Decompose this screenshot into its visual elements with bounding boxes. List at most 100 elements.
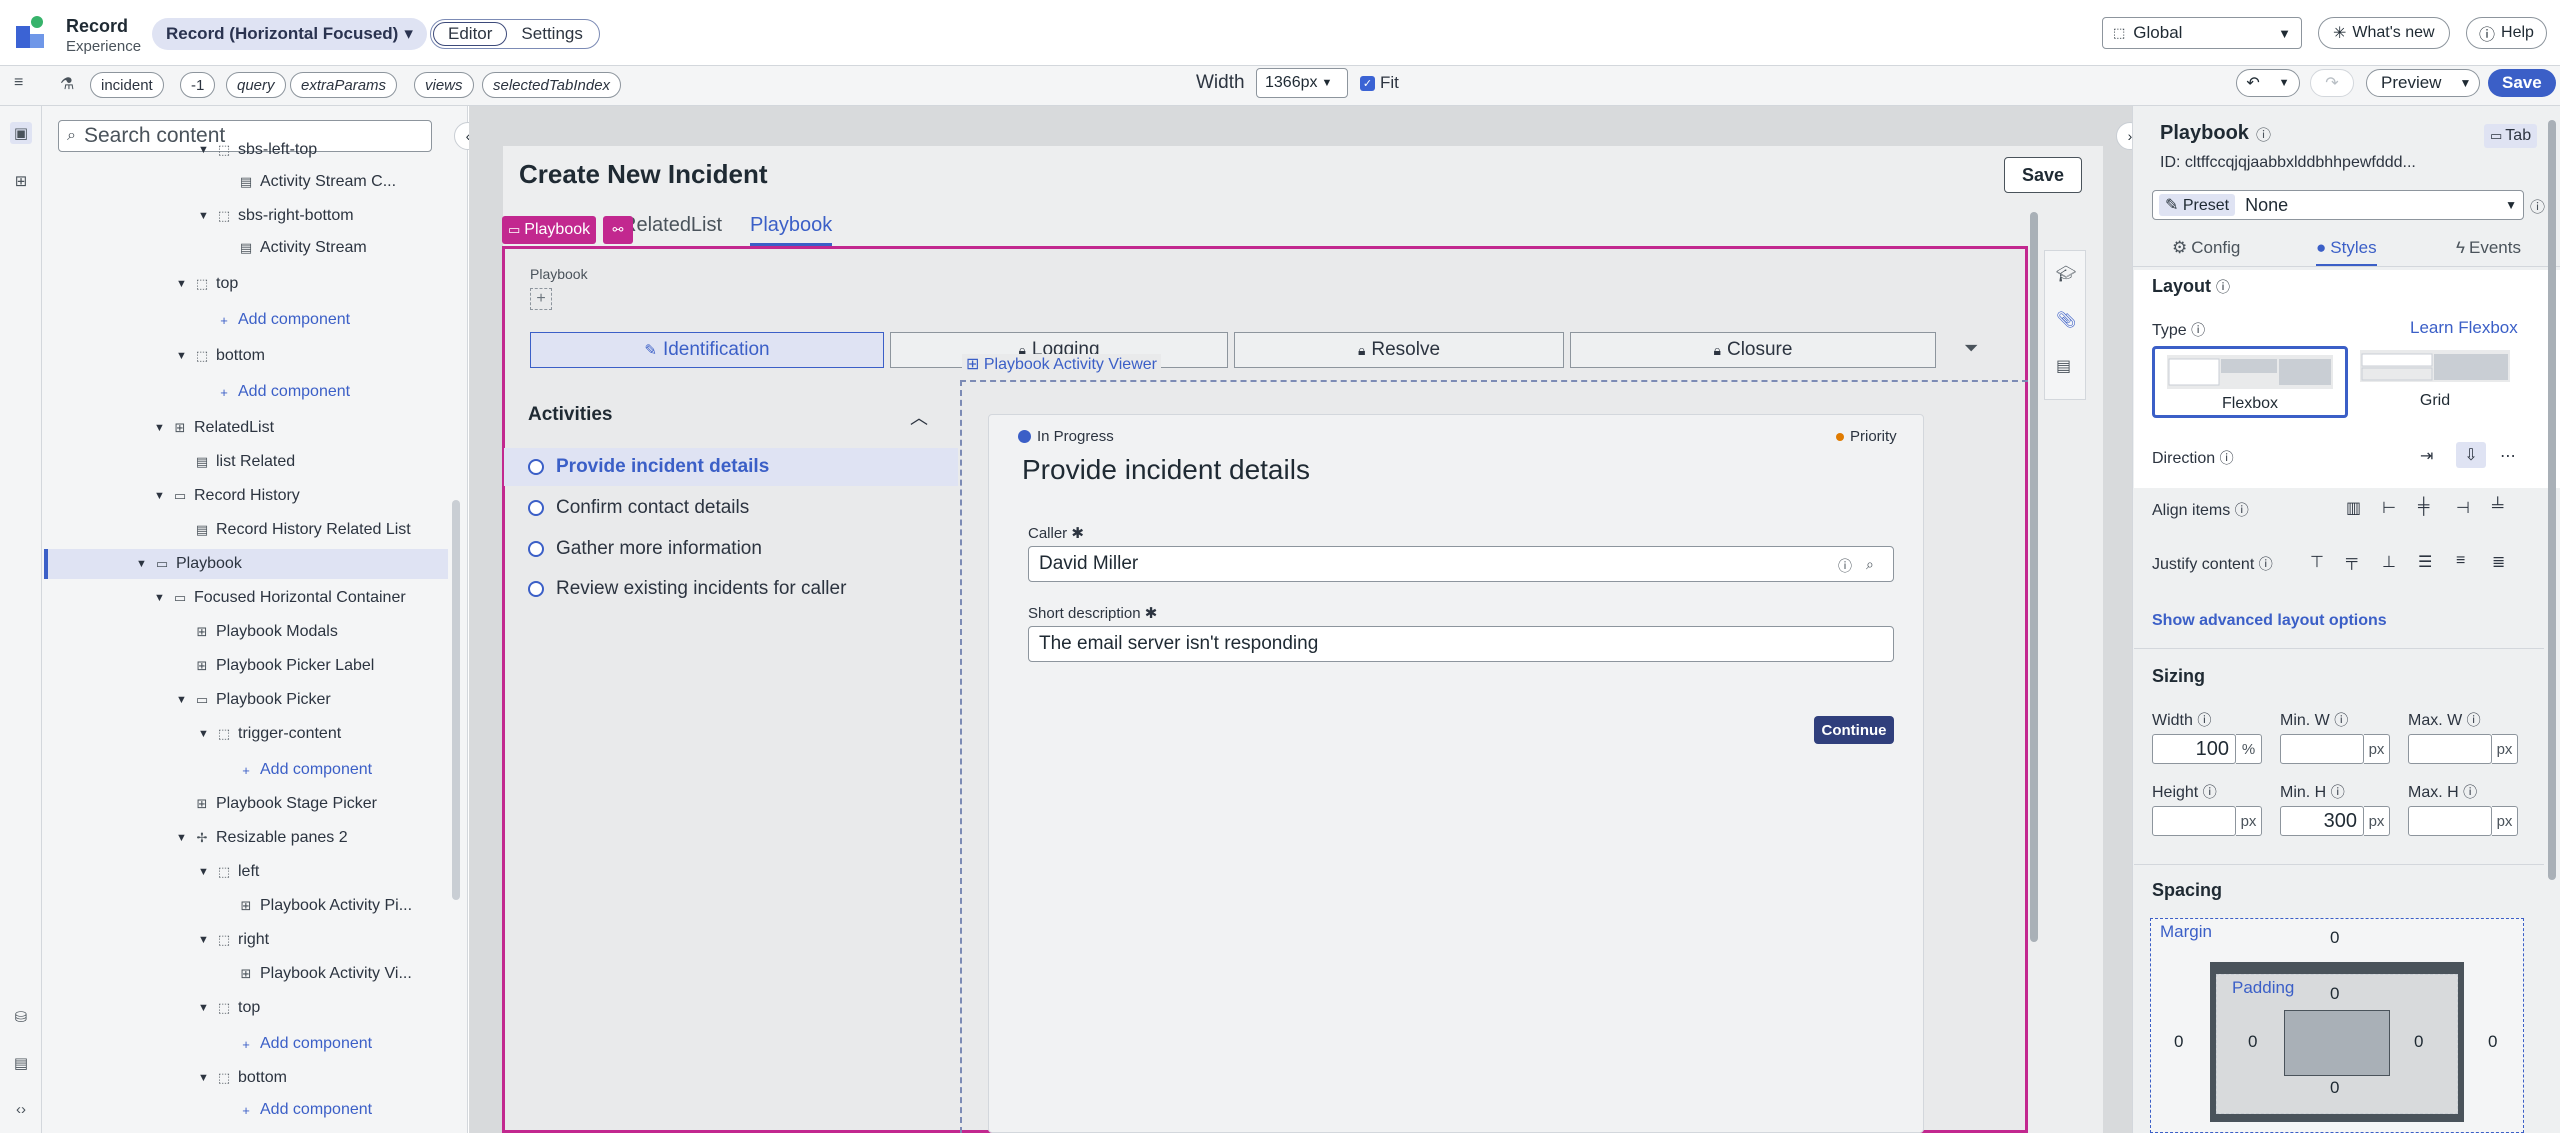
align-start-icon[interactable]: ⊢ [2382, 498, 2396, 518]
tree-item[interactable]: ▼ ⊞ RelatedList [44, 413, 448, 443]
align-stretch-icon[interactable]: ▥ [2346, 498, 2361, 518]
stage-closure[interactable]: 🔒︎ Closure [1570, 332, 1936, 368]
justify-center-icon[interactable]: ╤ [2346, 552, 2357, 570]
padding-left-value[interactable]: 0 [2248, 1032, 2257, 1052]
tree-item[interactable]: ⊞ Playbook Picker Label [44, 651, 448, 681]
tree-item[interactable]: ⊞ Playbook Modals [44, 617, 448, 647]
info-icon[interactable]: ⓘ [2530, 196, 2545, 217]
param-chip[interactable]: query [226, 72, 286, 98]
activity-item[interactable]: Provide incident details [504, 448, 958, 486]
stage-resolve[interactable]: 🔒︎ Resolve [1234, 332, 1564, 368]
add-icon[interactable]: + [530, 288, 552, 310]
tree-item[interactable]: ▼ ▭ Playbook [44, 549, 448, 579]
max-width-unit[interactable]: px [2492, 734, 2518, 764]
info-icon[interactable]: ⓘ [2463, 784, 2477, 800]
link-icon[interactable]: ⚯ [603, 216, 633, 244]
tree-item[interactable]: ⊞ Playbook Activity Vi... [44, 959, 448, 989]
tree-item[interactable]: ▼ ⬚ bottom [44, 341, 448, 371]
info-icon[interactable]: ⓘ [1838, 556, 1852, 576]
caret-down-icon[interactable]: ▼ [198, 866, 210, 878]
preview-button[interactable]: Preview [2366, 69, 2457, 97]
justify-evenly-icon[interactable]: ≣ [2492, 552, 2505, 572]
caret-down-icon[interactable]: ▼ [136, 558, 148, 570]
caret-down-icon[interactable]: ▼ [154, 422, 166, 434]
code-icon[interactable]: ‹› [10, 1098, 32, 1120]
info-icon[interactable]: ⓘ [2220, 450, 2234, 466]
data-resources-icon[interactable]: ⛁ [10, 1006, 32, 1028]
activity-item[interactable]: Review existing incidents for caller [504, 570, 958, 608]
tree-item[interactable]: ▼ ⬚ right [44, 925, 448, 955]
justify-around-icon[interactable]: ≡ [2456, 552, 2465, 570]
content-tree-icon[interactable]: ▣ [10, 122, 32, 144]
short-description-field[interactable]: The email server isn't responding [1028, 626, 1894, 662]
tree-item[interactable]: ▼ ▭ Focused Horizontal Container [44, 583, 448, 613]
padding-top-value[interactable]: 0 [2330, 984, 2339, 1004]
tree-scrollbar[interactable] [452, 500, 460, 900]
caret-down-icon[interactable]: ▼ [198, 728, 210, 740]
justify-start-icon[interactable]: ⊤ [2310, 552, 2324, 572]
grid-option[interactable]: Grid [2360, 350, 2510, 416]
client-state-icon[interactable]: ▤ [10, 1052, 32, 1074]
max-width-input[interactable] [2408, 734, 2492, 764]
min-height-unit[interactable]: px [2364, 806, 2390, 836]
page-selector[interactable]: Record (Horizontal Focused) ▾ [152, 18, 427, 50]
tree-item[interactable]: ▼ ⬚ sbs-right-bottom [44, 201, 448, 231]
canvas-scrollbar[interactable] [2030, 212, 2038, 942]
height-unit[interactable]: px [2236, 806, 2262, 836]
info-icon[interactable]: ⓘ [2259, 556, 2273, 572]
align-end-icon[interactable]: ⊣ [2456, 498, 2470, 518]
info-icon[interactable]: ⓘ [2203, 784, 2217, 800]
tree-item[interactable]: ▼ ⬚ trigger-content [44, 719, 448, 749]
chevron-up-icon[interactable]: ︿ [910, 404, 928, 430]
width-select[interactable]: 1366px ▼ [1256, 68, 1348, 98]
document-icon[interactable]: ▤ [2056, 356, 2071, 376]
editor-mode-button[interactable]: Editor [433, 22, 508, 46]
caller-field[interactable]: David Miller [1028, 546, 1894, 582]
info-icon[interactable]: ⓘ [2191, 322, 2205, 338]
components-icon[interactable]: ⊞ [10, 170, 32, 192]
width-unit[interactable]: % [2236, 734, 2262, 764]
param-chip[interactable]: -1 [180, 72, 216, 98]
justify-between-icon[interactable]: ☰ [2418, 552, 2432, 572]
margin-top-value[interactable]: 0 [2330, 928, 2339, 948]
preset-select[interactable]: ✎ Preset None ▼ [2152, 190, 2524, 220]
tree-item[interactable]: ▤ Activity Stream [44, 233, 448, 263]
form-save-button[interactable]: Save [2004, 157, 2082, 193]
info-icon[interactable]: ⓘ [2256, 124, 2271, 145]
height-input[interactable] [2152, 806, 2236, 836]
max-height-unit[interactable]: px [2492, 806, 2518, 836]
direction-row-icon[interactable]: ⇥ [2420, 446, 2433, 466]
tab-relatedlist[interactable]: RelatedList [622, 214, 722, 237]
caret-down-icon[interactable]: ▼ [154, 592, 166, 604]
param-chip[interactable]: extraParams [290, 72, 398, 98]
selected-component-pill[interactable]: ▭ Playbook [502, 216, 597, 244]
graduation-cap-icon[interactable]: 🎓︎ [2056, 264, 2076, 284]
tree-item[interactable]: ▤ Record History Related List [44, 515, 448, 545]
padding-right-value[interactable]: 0 [2414, 1032, 2423, 1052]
caret-down-icon[interactable]: ▼ [198, 934, 210, 946]
tree-item[interactable]: ⊞ Playbook Activity Pi... [44, 891, 448, 921]
width-input[interactable]: 100 [2152, 734, 2236, 764]
param-chip[interactable]: incident [90, 72, 164, 98]
info-icon[interactable]: ⓘ [2334, 712, 2348, 728]
scope-select[interactable]: ⬚ Global ▼ [2102, 17, 2302, 49]
add-component-button[interactable]: + Add component [44, 755, 448, 785]
caret-down-icon[interactable]: ▼ [198, 1072, 210, 1084]
redo-button[interactable]: ↷ [2310, 69, 2354, 97]
help-button[interactable]: ⓘ Help [2466, 17, 2547, 49]
tab-events[interactable]: ϟ Events [2456, 238, 2521, 258]
flexbox-option[interactable]: Flexbox [2152, 346, 2348, 418]
add-component-button[interactable]: + Add component [44, 377, 448, 407]
min-width-input[interactable] [2280, 734, 2364, 764]
tree-item[interactable]: ▼ ▭ Playbook Picker [44, 685, 448, 715]
min-width-unit[interactable]: px [2364, 734, 2390, 764]
margin-left-value[interactable]: 0 [2174, 1032, 2183, 1052]
tab-styles[interactable]: ● Styles [2316, 238, 2377, 267]
flask-icon[interactable]: ⚗ [60, 74, 74, 94]
tree-item[interactable]: ▼ ▭ Record History [44, 481, 448, 511]
info-icon[interactable]: ⓘ [2216, 279, 2230, 295]
caret-down-icon[interactable]: ▼ [176, 832, 188, 844]
tree-item[interactable]: ⊞ Playbook Stage Picker [44, 789, 448, 819]
save-button[interactable]: Save [2488, 69, 2556, 97]
tree-item[interactable]: ▼ ⬚ bottom [44, 1063, 448, 1093]
